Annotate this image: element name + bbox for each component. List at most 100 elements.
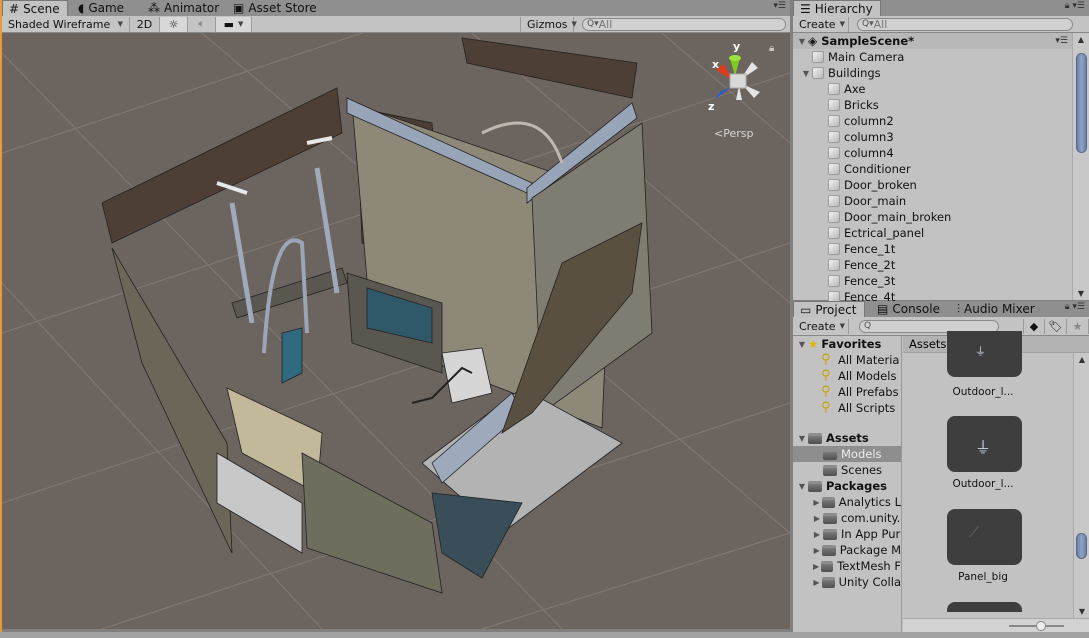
package-folder-item[interactable]: ▶ Package M bbox=[793, 542, 901, 558]
hierarchy-item[interactable]: Door_broken bbox=[793, 177, 1072, 193]
tab-animator[interactable]: ⁂ Animator bbox=[142, 0, 225, 16]
lock-icon[interactable]: 🔒︎ bbox=[769, 43, 774, 54]
scroll-down-arrow-icon[interactable]: ▼ bbox=[1074, 607, 1089, 616]
lock-icon[interactable]: 🔒︎ bbox=[1065, 1, 1070, 11]
favorite-item[interactable]: ⚲ All Scripts bbox=[793, 400, 901, 416]
tab-console[interactable]: ▤ Console bbox=[871, 301, 946, 317]
scene-search-input[interactable]: Q▾ All bbox=[582, 17, 786, 31]
tab-overflow-arrow-icon[interactable]: › bbox=[1037, 302, 1041, 315]
expand-arrow-icon[interactable]: ▶ bbox=[811, 530, 823, 539]
hierarchy-item[interactable]: Main Camera bbox=[793, 49, 1072, 65]
2d-toggle[interactable]: 2D bbox=[130, 16, 160, 32]
favorite-item[interactable]: ⚲ All Prefabs bbox=[793, 384, 901, 400]
expand-arrow-icon[interactable]: ▶ bbox=[811, 546, 822, 555]
scroll-thumb[interactable] bbox=[1076, 533, 1087, 559]
create-dropdown[interactable]: Create ▼ bbox=[793, 318, 849, 334]
lock-icon[interactable]: 🔒︎ bbox=[1065, 302, 1070, 312]
asset-label[interactable]: Outdoor_l... bbox=[933, 478, 1033, 490]
slider-handle[interactable] bbox=[1036, 621, 1046, 631]
expand-arrow-icon[interactable]: ▼ bbox=[800, 69, 812, 78]
tab-scene[interactable]: # Scene bbox=[2, 0, 68, 16]
tab-hierarchy[interactable]: ☰ Hierarchy bbox=[793, 0, 881, 16]
orientation-gizmo[interactable]: y x z bbox=[702, 38, 772, 118]
hierarchy-scrollbar[interactable]: ▲ ▼ bbox=[1072, 33, 1089, 300]
hierarchy-item[interactable]: column4 bbox=[793, 145, 1072, 161]
favorite-item[interactable]: ⚲ All Materia bbox=[793, 352, 901, 368]
expand-arrow-icon[interactable]: ▶ bbox=[811, 562, 821, 571]
effects-dropdown[interactable]: ▬ ▼ bbox=[216, 16, 252, 32]
asset-label[interactable]: Panel_big bbox=[933, 571, 1033, 583]
hierarchy-item[interactable]: Fence_1t bbox=[793, 241, 1072, 257]
draw-mode-dropdown[interactable]: Shaded Wireframe ▼ bbox=[2, 16, 130, 32]
asset-thumbnail[interactable]: ⏚ bbox=[947, 331, 1022, 377]
hierarchy-menu-icon[interactable]: 🔒︎ ▾☰ bbox=[1065, 1, 1085, 11]
audio-toggle[interactable]: 🔈︎ bbox=[188, 16, 216, 32]
scroll-up-arrow-icon[interactable]: ▲ bbox=[1073, 35, 1089, 44]
package-folder-item[interactable]: ▶ Unity Colla bbox=[793, 574, 901, 590]
scene-root-row[interactable]: ▼ ◈ SampleScene* ▾☰ bbox=[793, 33, 1072, 49]
scene-menu-icon[interactable]: ▾☰ bbox=[1055, 36, 1068, 46]
expand-arrow-icon[interactable]: ▼ bbox=[796, 340, 808, 349]
asset-label[interactable]: Outdoor_l... bbox=[933, 386, 1033, 398]
gameobject-cube-icon bbox=[812, 67, 824, 79]
hierarchy-item[interactable]: column3 bbox=[793, 129, 1072, 145]
expand-arrow-icon[interactable]: ▶ bbox=[811, 578, 822, 587]
projection-toggle[interactable]: <Persp bbox=[714, 127, 753, 140]
hierarchy-item[interactable]: ▼ Buildings bbox=[793, 65, 1072, 81]
chevron-down-icon: ▼ bbox=[117, 20, 123, 28]
project-panel: ▭ Project ▤ Console ⫶ Audio Mixer › 🔒︎ ▾☰ C… bbox=[793, 301, 1089, 632]
tab-audio-mixer[interactable]: ⫶ Audio Mixer bbox=[951, 301, 1037, 317]
hierarchy-item[interactable]: Door_main_broken bbox=[793, 209, 1072, 225]
filter-by-type-button[interactable]: ◆ bbox=[1023, 318, 1045, 334]
hierarchy-item[interactable]: Door_main bbox=[793, 193, 1072, 209]
lighting-toggle[interactable]: ☼ bbox=[160, 16, 188, 32]
tab-game[interactable]: ◖ Game bbox=[72, 0, 130, 16]
packages-header[interactable]: ▼ Packages bbox=[793, 478, 901, 494]
create-dropdown[interactable]: Create ▼ bbox=[793, 16, 849, 32]
hierarchy-item[interactable]: column2 bbox=[793, 113, 1072, 129]
center-cube[interactable] bbox=[729, 73, 747, 89]
package-folder-item[interactable]: ▶ In App Pur bbox=[793, 526, 901, 542]
hierarchy-search-input[interactable]: Q▾ All bbox=[857, 17, 1073, 31]
asset-folder-item[interactable]: Scenes bbox=[793, 462, 901, 478]
gizmos-dropdown[interactable]: Gizmos ▼ bbox=[520, 16, 577, 32]
tab-asset-store[interactable]: ▣ Asset Store bbox=[227, 0, 323, 16]
asset-thumbnail[interactable]: ⏚ bbox=[947, 416, 1022, 472]
gameobject-cube-icon bbox=[828, 243, 840, 255]
filter-by-label-button[interactable]: 🏷︎ bbox=[1045, 318, 1067, 334]
project-grid-scrollbar[interactable]: ▲ ▼ bbox=[1073, 353, 1089, 618]
hierarchy-item[interactable]: Axe bbox=[793, 81, 1072, 97]
favorites-header[interactable]: ▼ ★ Favorites bbox=[793, 336, 901, 352]
expand-arrow-icon[interactable]: ▶ bbox=[811, 498, 822, 507]
tab-project[interactable]: ▭ Project bbox=[793, 301, 865, 317]
hierarchy-item[interactable]: Bricks bbox=[793, 97, 1072, 113]
folder-icon bbox=[808, 480, 822, 492]
asset-thumbnail[interactable] bbox=[947, 602, 1022, 612]
hierarchy-item[interactable]: Fence_2t bbox=[793, 257, 1072, 273]
asset-thumbnail[interactable]: ⟋ bbox=[947, 509, 1022, 565]
hierarchy-item[interactable]: Conditioner bbox=[793, 161, 1072, 177]
package-folder-item[interactable]: ▶ TextMesh F bbox=[793, 558, 901, 574]
scroll-up-arrow-icon[interactable]: ▲ bbox=[1074, 355, 1089, 364]
scene-toolbar: Shaded Wireframe ▼ 2D ☼ 🔈︎ ▬ ▼ Gizmos ▼ Q▾ A… bbox=[2, 16, 790, 33]
expand-arrow-icon[interactable]: ▼ bbox=[796, 482, 808, 491]
scene-viewport[interactable]: y x z 🔒︎ <Persp bbox=[2, 33, 790, 629]
expand-arrow-icon[interactable]: ▼ bbox=[796, 434, 808, 443]
z-axis-cone[interactable] bbox=[714, 86, 732, 100]
panel-menu-icon[interactable]: ▾☰ bbox=[773, 1, 786, 11]
chevron-down-icon: ▼ bbox=[839, 20, 845, 28]
assets-header[interactable]: ▼ Assets bbox=[793, 430, 901, 446]
expand-arrow-icon[interactable]: ▼ bbox=[796, 37, 808, 46]
breadcrumb-assets[interactable]: Assets bbox=[909, 337, 946, 351]
scroll-thumb[interactable] bbox=[1076, 53, 1087, 153]
expand-arrow-icon[interactable]: ▶ bbox=[811, 514, 823, 523]
favorites-button[interactable]: ★ bbox=[1067, 318, 1089, 334]
package-folder-item[interactable]: ▶ Analytics L bbox=[793, 494, 901, 510]
favorite-item[interactable]: ⚲ All Models bbox=[793, 368, 901, 384]
asset-folder-item[interactable]: Models bbox=[793, 446, 901, 462]
scroll-down-arrow-icon[interactable]: ▼ bbox=[1073, 289, 1089, 298]
package-folder-item[interactable]: ▶ com.unity. bbox=[793, 510, 901, 526]
hierarchy-item[interactable]: Fence_3t bbox=[793, 273, 1072, 289]
hierarchy-item[interactable]: Ectrical_panel bbox=[793, 225, 1072, 241]
project-menu-icon[interactable]: 🔒︎ ▾☰ bbox=[1065, 302, 1085, 312]
